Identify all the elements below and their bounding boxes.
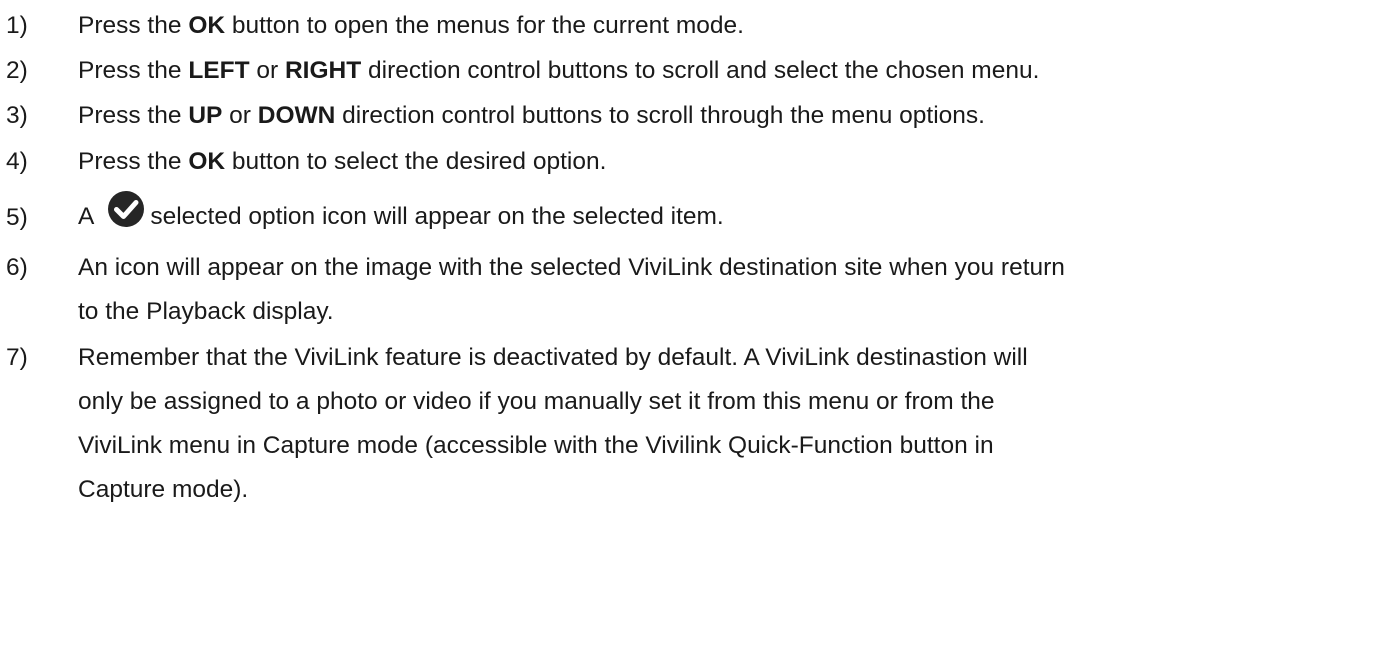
step-number: 1) <box>6 12 28 39</box>
step-number: 5) <box>6 204 28 231</box>
step-text: Press the LEFT or RIGHT direction contro… <box>78 57 1040 84</box>
step-text: Remember that the ViviLink feature is de… <box>78 336 1373 512</box>
step-number: 4) <box>6 148 28 175</box>
step-text: Press the UP or DOWN direction control b… <box>78 102 985 129</box>
right-button-term: RIGHT <box>284 57 362 84</box>
text-line: ViviLink menu in Capture mode (accessibl… <box>78 432 994 459</box>
left-button-term: LEFT <box>188 57 250 84</box>
step-number: 2) <box>6 57 28 84</box>
text-line: Remember that the ViviLink feature is de… <box>78 344 1028 371</box>
step-text: Aselected option icon will appear on the… <box>78 190 1373 239</box>
down-button-term: DOWN <box>257 102 336 129</box>
step-text: Press the OK button to select the desire… <box>78 148 607 175</box>
up-button-term: UP <box>188 102 223 129</box>
text-line: only be assigned to a photo or video if … <box>78 388 995 415</box>
step-number: 3) <box>6 102 28 129</box>
check-circle-icon <box>108 191 145 227</box>
text-line: An icon will appear on the image with th… <box>78 254 1065 281</box>
text-line: Capture mode). <box>78 476 249 503</box>
step-text: Press the OK button to open the menus fo… <box>78 12 744 39</box>
text-line: to the Playback display. <box>78 298 334 325</box>
step-number: 7) <box>6 344 28 371</box>
step-text: An icon will appear on the image with th… <box>78 246 1373 334</box>
ok-button-term: OK <box>188 148 226 175</box>
ok-button-term: OK <box>188 12 226 39</box>
step-number: 6) <box>6 254 28 281</box>
